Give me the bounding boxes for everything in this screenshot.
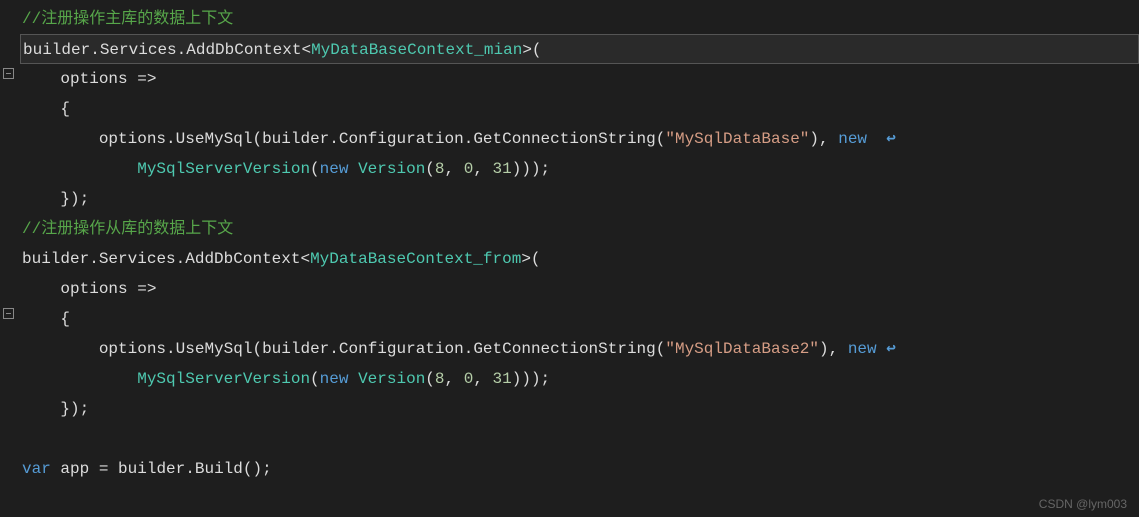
fold-marker-icon[interactable] xyxy=(3,68,14,79)
type-name: MySqlServerVersion xyxy=(137,370,310,388)
string-literal: "MySqlDataBase" xyxy=(665,130,809,148)
code-line: //注册操作主库的数据上下文 xyxy=(20,4,1139,34)
gutter xyxy=(0,0,20,517)
type-name: Version xyxy=(358,370,425,388)
string-literal: "MySqlDataBase2" xyxy=(665,340,819,358)
code-line: options => xyxy=(20,274,1139,304)
code-line: options.UseMySql(builder.Configuration.G… xyxy=(20,334,1139,364)
code-line: //注册操作从库的数据上下文 xyxy=(20,214,1139,244)
code-line xyxy=(20,424,1139,454)
keyword-new: new xyxy=(320,160,349,178)
keyword-new: new xyxy=(838,130,867,148)
keyword-new: new xyxy=(848,340,877,358)
code-line: options => xyxy=(20,64,1139,94)
comment-text: //注册操作主库的数据上下文 xyxy=(22,10,233,28)
fold-marker-icon[interactable] xyxy=(3,308,14,319)
code-line: MySqlServerVersion(new Version(8, 0, 31)… xyxy=(20,154,1139,184)
code-line-highlighted: builder.Services.AddDbContext<MyDataBase… xyxy=(20,34,1139,64)
line-wrap-icon: ↩ xyxy=(886,340,896,358)
code-line: options.UseMySql(builder.Configuration.G… xyxy=(20,124,1139,154)
code-line: { xyxy=(20,94,1139,124)
line-wrap-icon: ↩ xyxy=(886,130,896,148)
keyword-var: var xyxy=(22,460,51,478)
type-name: MyDataBaseContext_from xyxy=(310,250,521,268)
code-line: { xyxy=(20,304,1139,334)
code-line: }); xyxy=(20,184,1139,214)
code-area[interactable]: //注册操作主库的数据上下文 builder.Services.AddDbCon… xyxy=(20,0,1139,517)
type-name: MySqlServerVersion xyxy=(137,160,310,178)
code-editor[interactable]: //注册操作主库的数据上下文 builder.Services.AddDbCon… xyxy=(0,0,1139,517)
type-name: Version xyxy=(358,160,425,178)
code-line: var app = builder.Build(); xyxy=(20,454,1139,484)
keyword-new: new xyxy=(320,370,349,388)
watermark-text: CSDN @lym003 xyxy=(1039,497,1127,511)
code-line: builder.Services.AddDbContext<MyDataBase… xyxy=(20,244,1139,274)
type-name: MyDataBaseContext_mian xyxy=(311,41,522,59)
comment-text: //注册操作从库的数据上下文 xyxy=(22,220,233,238)
code-line: }); xyxy=(20,394,1139,424)
code-line: MySqlServerVersion(new Version(8, 0, 31)… xyxy=(20,364,1139,394)
